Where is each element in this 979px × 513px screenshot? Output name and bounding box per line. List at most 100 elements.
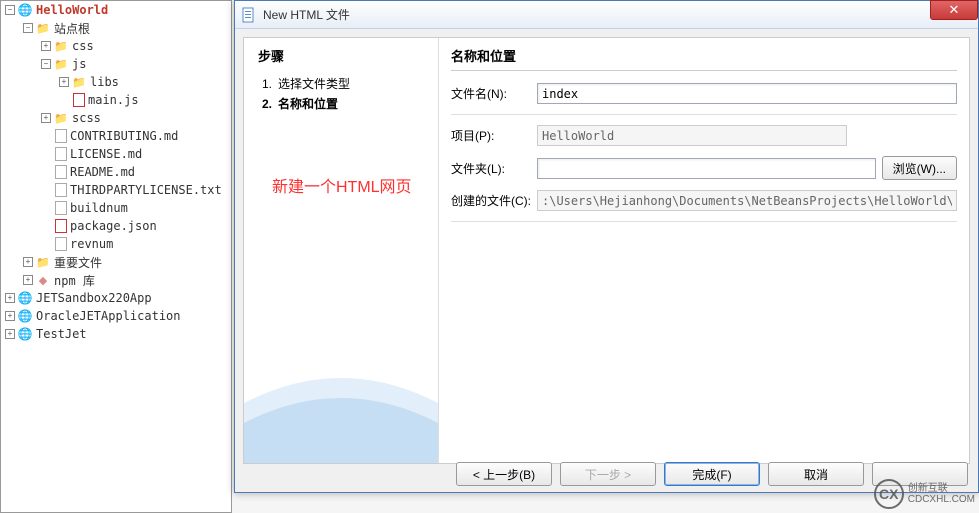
separator bbox=[451, 114, 957, 115]
tree-node-contributing[interactable]: CONTRIBUTING.md bbox=[1, 127, 231, 145]
tree-label: package.json bbox=[70, 219, 157, 233]
tree-label: css bbox=[72, 39, 94, 53]
file-icon bbox=[55, 129, 67, 143]
tree-label: libs bbox=[90, 75, 119, 89]
back-button[interactable]: < 上一步(B) bbox=[456, 462, 552, 486]
tree-label: buildnum bbox=[70, 201, 128, 215]
watermark: CX 创新互联 CDCXHL.COM bbox=[874, 479, 975, 509]
tree-node-root[interactable]: − HelloWorld bbox=[1, 1, 231, 19]
tree-node-buildnum[interactable]: buildnum bbox=[1, 199, 231, 217]
close-button[interactable]: ✕ bbox=[930, 0, 978, 20]
tree-label: revnum bbox=[70, 237, 113, 251]
tree-toggle-icon[interactable]: − bbox=[23, 23, 33, 33]
tree-toggle-icon[interactable]: + bbox=[5, 293, 15, 303]
cancel-button[interactable]: 取消 bbox=[768, 462, 864, 486]
tree-node-scss[interactable]: + scss bbox=[1, 109, 231, 127]
content-heading: 名称和位置 bbox=[451, 46, 957, 71]
tree-label: CONTRIBUTING.md bbox=[70, 129, 178, 143]
separator bbox=[451, 221, 957, 222]
tree-toggle-icon[interactable]: + bbox=[23, 275, 33, 285]
filename-input[interactable] bbox=[537, 83, 957, 104]
wizard-content-panel: 名称和位置 文件名(N): 项目(P): 文件夹(L): 浏览(W)... 创建… bbox=[439, 38, 969, 463]
wizard-step-1: 1.选择文件类型 bbox=[262, 75, 424, 92]
tree-label: JETSandbox220App bbox=[36, 291, 152, 305]
project-row: 项目(P): bbox=[451, 125, 957, 146]
folder-row: 文件夹(L): 浏览(W)... bbox=[451, 156, 957, 180]
new-html-file-dialog: New HTML 文件 ✕ 步骤 1.选择文件类型 2.名称和位置 新建一个HT… bbox=[234, 0, 979, 493]
tree-label: OracleJETApplication bbox=[36, 309, 181, 323]
json-file-icon bbox=[55, 219, 67, 233]
tree-node-important[interactable]: + 重要文件 bbox=[1, 253, 231, 271]
tree-toggle-icon[interactable]: + bbox=[41, 41, 51, 51]
tree-toggle-icon[interactable]: − bbox=[5, 5, 15, 15]
globe-icon bbox=[17, 327, 33, 341]
wizard-steps-panel: 步骤 1.选择文件类型 2.名称和位置 新建一个HTML网页 bbox=[244, 38, 439, 463]
tree-label: js bbox=[72, 57, 86, 71]
tree-node-license[interactable]: LICENSE.md bbox=[1, 145, 231, 163]
tree-node-oraclejet[interactable]: + OracleJETApplication bbox=[1, 307, 231, 325]
tree-node-package[interactable]: package.json bbox=[1, 217, 231, 235]
browse-button[interactable]: 浏览(W)... bbox=[882, 156, 957, 180]
tree-node-siteroot[interactable]: − 站点根 bbox=[1, 19, 231, 37]
dialog-titlebar[interactable]: New HTML 文件 ✕ bbox=[235, 1, 978, 29]
folder-icon bbox=[53, 57, 69, 71]
js-file-icon bbox=[73, 93, 85, 107]
tree-label: 站点根 bbox=[54, 20, 90, 37]
file-icon bbox=[55, 201, 67, 215]
tree-label: scss bbox=[72, 111, 101, 125]
tree-toggle-icon[interactable]: + bbox=[5, 311, 15, 321]
file-icon bbox=[55, 147, 67, 161]
file-icon bbox=[55, 165, 67, 179]
tree-label: npm 库 bbox=[54, 272, 95, 289]
dialog-body: 步骤 1.选择文件类型 2.名称和位置 新建一个HTML网页 名称和位置 文件名… bbox=[243, 37, 970, 464]
tree-node-testjet[interactable]: + TestJet bbox=[1, 325, 231, 343]
tree-node-revnum[interactable]: revnum bbox=[1, 235, 231, 253]
tree-toggle-icon[interactable]: + bbox=[41, 113, 51, 123]
tree-node-css[interactable]: + css bbox=[1, 37, 231, 55]
tree-label: main.js bbox=[88, 93, 139, 107]
project-tree-panel: − HelloWorld − 站点根 + css − js + libs mai… bbox=[0, 0, 232, 513]
tree-node-js[interactable]: − js bbox=[1, 55, 231, 73]
tree-toggle-icon[interactable]: + bbox=[5, 329, 15, 339]
globe-icon bbox=[17, 3, 33, 17]
wave-decoration bbox=[244, 343, 438, 463]
tree-label: HelloWorld bbox=[36, 3, 108, 17]
filename-row: 文件名(N): bbox=[451, 83, 957, 104]
folder-icon bbox=[53, 111, 69, 125]
next-button: 下一步 > bbox=[560, 462, 656, 486]
file-icon bbox=[55, 237, 67, 251]
tree-node-mainjs[interactable]: main.js bbox=[1, 91, 231, 109]
wizard-step-2: 2.名称和位置 bbox=[262, 95, 424, 112]
steps-heading: 步骤 bbox=[258, 46, 424, 65]
tree-node-thirdparty[interactable]: THIRDPARTYLICENSE.txt bbox=[1, 181, 231, 199]
watermark-logo-icon: CX bbox=[874, 479, 904, 509]
folder-icon bbox=[71, 75, 87, 89]
project-label: 项目(P): bbox=[451, 127, 537, 144]
tree-node-npm[interactable]: + npm 库 bbox=[1, 271, 231, 289]
tree-label: 重要文件 bbox=[54, 254, 102, 271]
folder-icon bbox=[53, 39, 69, 53]
tree-label: README.md bbox=[70, 165, 135, 179]
file-icon bbox=[55, 183, 67, 197]
tree-label: LICENSE.md bbox=[70, 147, 142, 161]
dialog-title: New HTML 文件 bbox=[263, 6, 972, 23]
globe-icon bbox=[17, 309, 33, 323]
filename-label: 文件名(N): bbox=[451, 85, 537, 102]
tree-node-jetsandbox[interactable]: + JETSandbox220App bbox=[1, 289, 231, 307]
folder-icon bbox=[35, 255, 51, 269]
globe-icon bbox=[17, 291, 33, 305]
tree-label: TestJet bbox=[36, 327, 87, 341]
tree-toggle-icon[interactable]: + bbox=[59, 77, 69, 87]
file-icon bbox=[241, 7, 257, 23]
tree-toggle-icon[interactable]: + bbox=[23, 257, 33, 267]
tree-label: THIRDPARTYLICENSE.txt bbox=[70, 183, 222, 197]
folder-input[interactable] bbox=[537, 158, 876, 179]
watermark-text: 创新互联 CDCXHL.COM bbox=[908, 483, 975, 505]
tree-node-readme[interactable]: README.md bbox=[1, 163, 231, 181]
tree-node-libs[interactable]: + libs bbox=[1, 73, 231, 91]
finish-button[interactable]: 完成(F) bbox=[664, 462, 760, 486]
annotation-text: 新建一个HTML网页 bbox=[272, 173, 412, 197]
created-label: 创建的文件(C): bbox=[451, 192, 537, 209]
folder-icon bbox=[35, 21, 51, 35]
tree-toggle-icon[interactable]: − bbox=[41, 59, 51, 69]
